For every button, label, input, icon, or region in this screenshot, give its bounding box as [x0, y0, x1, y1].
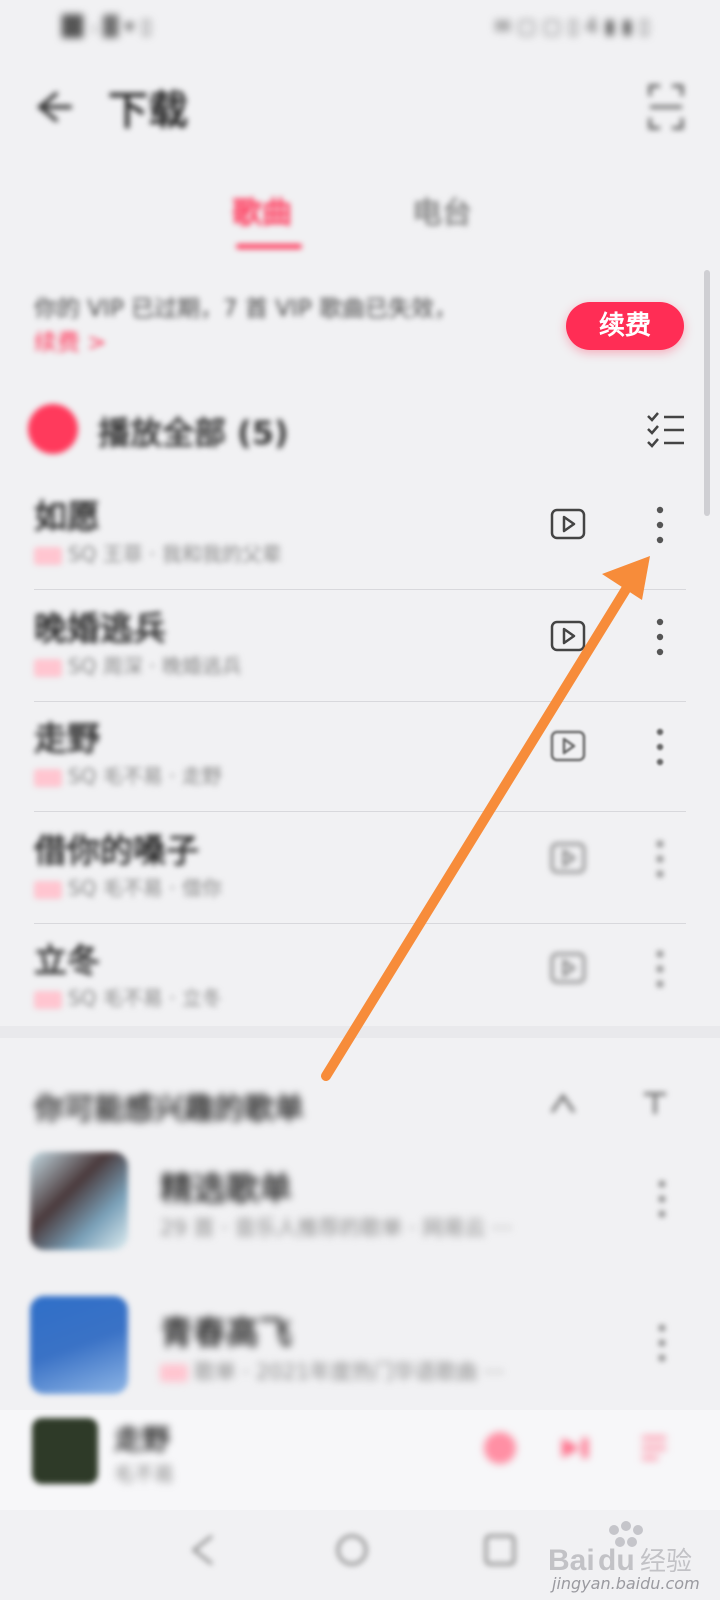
- pause-icon[interactable]: [480, 1428, 520, 1468]
- song-title: 借你的嗓子: [34, 831, 199, 870]
- tab-bar: 歌曲 电台: [0, 188, 720, 258]
- more-options-icon[interactable]: [650, 1320, 674, 1366]
- more-options-icon[interactable]: [648, 724, 672, 770]
- next-icon[interactable]: [556, 1428, 596, 1468]
- playlist-queue-icon[interactable]: [634, 1428, 674, 1468]
- more-options-icon[interactable]: [650, 1176, 674, 1222]
- song-artist-album: SQ 毛不易 · 立冬: [68, 986, 222, 1010]
- mv-icon[interactable]: [550, 620, 586, 652]
- song-row[interactable]: 借你的嗓子 SQ 毛不易 · 借你: [0, 812, 720, 924]
- watermark-url: jingyan.baidu.com: [552, 1574, 700, 1593]
- playlist-subtitle-text: 歌单 · 2021年度热门华语歌曲 ···: [194, 1360, 505, 1384]
- playlist-row[interactable]: 精选歌单 29 首 · 音乐人推荐的歌单 · 网易云 ···: [0, 1152, 720, 1282]
- song-subtitle: SQ 毛不易 · 立冬: [34, 982, 222, 1011]
- back-arrow-icon[interactable]: [26, 82, 76, 132]
- nav-back-icon[interactable]: [182, 1528, 226, 1572]
- mini-player-cover: [32, 1418, 98, 1484]
- multi-select-icon[interactable]: [646, 410, 686, 450]
- nav-home-icon[interactable]: [330, 1528, 374, 1572]
- mini-player[interactable]: 走野 毛不易: [0, 1410, 720, 1510]
- playlist-cover: [30, 1296, 128, 1394]
- vip-renew-link[interactable]: 续费 >: [34, 330, 107, 356]
- song-title: 走野: [34, 719, 100, 758]
- tab-underline: [236, 244, 302, 249]
- song-title: 晚婚逃兵: [34, 609, 166, 648]
- app-header: 下载: [0, 60, 720, 160]
- sq-badge: [34, 546, 62, 565]
- song-artist-album: SQ 周深 · 晚婚逃兵: [68, 654, 242, 678]
- playlist-title: 青春高飞: [160, 1313, 292, 1352]
- status-right-indicators: ✉ ▢ ▢ ▯ 4 ▮ ▮ ▯: [494, 14, 650, 38]
- playlist-subtitle: 29 首 · 音乐人推荐的歌单 · 网易云 ···: [160, 1216, 513, 1240]
- song-subtitle: SQ 王菲 · 我和我的父辈: [34, 538, 282, 567]
- playlist-cover: [30, 1152, 128, 1250]
- more-options-icon[interactable]: [648, 502, 672, 548]
- nav-recents-icon[interactable]: [478, 1528, 522, 1572]
- sq-badge: [34, 880, 62, 899]
- svg-text:du: du: [598, 1544, 635, 1577]
- sq-badge: [160, 1364, 188, 1382]
- song-row[interactable]: 立冬 SQ 毛不易 · 立冬: [0, 922, 720, 1034]
- playlist-title: 精选歌单: [160, 1169, 292, 1208]
- recommend-section-title: 你可能感兴趣的歌单: [34, 1092, 304, 1127]
- song-artist-album: SQ 王菲 · 我和我的父辈: [68, 542, 282, 566]
- status-bar: █▍ᵢ ▓ ▾ ▯ ✉ ▢ ▢ ▯ 4 ▮ ▮ ▯: [0, 0, 720, 56]
- renew-button[interactable]: 续费: [566, 302, 684, 350]
- mv-icon[interactable]: [550, 842, 586, 874]
- more-options-icon[interactable]: [648, 946, 672, 992]
- mv-icon[interactable]: [550, 952, 586, 984]
- playlist-row[interactable]: 青春高飞 歌单 · 2021年度热门华语歌曲 ···: [0, 1296, 720, 1426]
- play-all-icon[interactable]: [28, 404, 78, 454]
- song-row[interactable]: 走野 SQ 毛不易 · 走野: [0, 700, 720, 812]
- refresh-icon[interactable]: [640, 1088, 670, 1118]
- mini-player-title: 走野: [114, 1423, 171, 1456]
- song-subtitle: SQ 周深 · 晚婚逃兵: [34, 650, 242, 679]
- mini-player-artist: 毛不易: [114, 1462, 174, 1486]
- sq-badge: [34, 768, 62, 787]
- collapse-icon[interactable]: [548, 1088, 578, 1118]
- song-artist-album: SQ 毛不易 · 借你: [68, 876, 222, 900]
- svg-text:经验: 经验: [640, 1547, 692, 1577]
- section-separator: [0, 1026, 720, 1038]
- song-subtitle: SQ 毛不易 · 借你: [34, 872, 222, 901]
- song-subtitle: SQ 毛不易 · 走野: [34, 760, 222, 789]
- tab-radio[interactable]: 电台: [412, 188, 472, 232]
- more-options-icon[interactable]: [648, 614, 672, 660]
- scan-icon[interactable]: [646, 82, 686, 132]
- tab-songs[interactable]: 歌曲: [232, 188, 292, 232]
- mv-icon[interactable]: [550, 730, 586, 762]
- svg-text:Bai: Bai: [548, 1544, 595, 1577]
- more-options-icon[interactable]: [648, 836, 672, 882]
- playlist-subtitle: 歌单 · 2021年度热门华语歌曲 ···: [160, 1356, 504, 1386]
- song-title: 如愿: [34, 497, 100, 536]
- song-title: 立冬: [34, 941, 100, 980]
- page-title: 下载: [108, 88, 188, 134]
- song-artist-album: SQ 毛不易 · 走野: [68, 764, 222, 788]
- scrollbar[interactable]: [704, 270, 710, 516]
- vip-expired-notice: 你的 VIP 已过期，7 首 VIP 歌曲已失效， 续费 >: [34, 292, 534, 360]
- sq-badge: [34, 990, 62, 1009]
- song-row[interactable]: 晚婚逃兵 SQ 周深 · 晚婚逃兵: [0, 590, 720, 702]
- mv-icon[interactable]: [550, 508, 586, 540]
- sq-badge: [34, 658, 62, 677]
- song-row[interactable]: 如愿 SQ 王菲 · 我和我的父辈: [0, 478, 720, 590]
- vip-notice-text: 你的 VIP 已过期，7 首 VIP 歌曲已失效，: [34, 296, 457, 322]
- play-all-label[interactable]: 播放全部 (5): [98, 408, 289, 454]
- status-left-indicators: █▍ᵢ ▓ ▾ ▯: [62, 14, 152, 38]
